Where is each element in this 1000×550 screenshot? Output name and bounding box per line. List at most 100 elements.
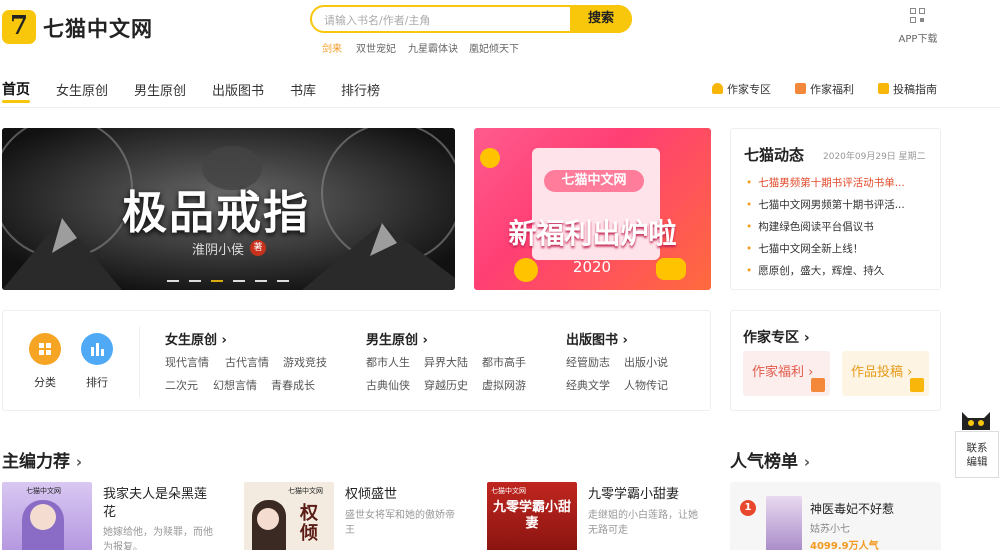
nav-publish[interactable]: 出版图书 <box>212 80 264 99</box>
cat-link[interactable]: 古代言情 <box>225 354 269 370</box>
cat-link[interactable]: 出版小说 <box>624 354 668 370</box>
search-button[interactable]: 搜索 <box>570 5 632 33</box>
news-item[interactable]: 七猫中文网男频第十期书评活... <box>746 197 931 212</box>
cat-link[interactable]: 古典仙侠 <box>366 377 410 393</box>
cat-mascot-icon <box>960 408 992 432</box>
editor-picks-title: 主编力荐 <box>2 452 70 472</box>
author-zone-heading[interactable]: 作家专区 › <box>743 327 810 347</box>
book-title[interactable]: 我家夫人是朵黑莲花 <box>103 486 215 522</box>
shortcut-category-label: 分类 <box>34 376 56 389</box>
book-title[interactable]: 权倾盛世 <box>345 486 457 504</box>
cat-link[interactable]: 都市高手 <box>482 354 526 370</box>
popular-heading[interactable]: 人气榜单 › <box>730 447 810 472</box>
grid-icon <box>29 333 61 365</box>
cat-publish-heading[interactable]: 出版图书 › <box>566 329 628 348</box>
author-zone-title: 作家专区 <box>743 330 799 346</box>
editor-picks-heading[interactable]: 主编力荐 › <box>2 447 82 472</box>
shortcut-ranking-label: 排行 <box>86 376 108 389</box>
author-welfare-button[interactable]: 作家福利 › <box>743 351 830 396</box>
cat-link[interactable]: 人物传记 <box>624 377 668 393</box>
news-item[interactable]: 构建绿色阅读平台倡议书 <box>746 219 931 234</box>
book-desc: 走继姐的小白莲路，让她无路可走 <box>588 510 698 536</box>
site-logo[interactable]: 7 <box>2 10 36 44</box>
book-cover[interactable]: 七猫中文网 <box>2 482 92 550</box>
submit-guide-label: 投稿指南 <box>893 83 937 96</box>
nav-ranking[interactable]: 排行榜 <box>341 80 380 99</box>
banner-author-badge: 著 <box>250 240 266 256</box>
logo-mark: 7 <box>9 11 29 41</box>
book-icon <box>878 83 889 94</box>
news-item[interactable]: 七猫男频第十期书评活动书单... <box>746 175 931 190</box>
cat-link[interactable]: 现代言情 <box>165 354 209 370</box>
cat-link[interactable]: 虚拟网游 <box>482 377 526 393</box>
qr-code-icon <box>910 8 926 24</box>
author-zone-link[interactable]: 作家专区 <box>712 81 771 97</box>
cover-brand: 七猫中文网 <box>491 487 526 495</box>
banner-title: 极品戒指 <box>122 186 311 239</box>
rank-cover <box>766 496 802 550</box>
cat-link[interactable]: 经典文学 <box>566 377 610 393</box>
cat-link[interactable]: 经管励志 <box>566 354 610 370</box>
cat-link[interactable]: 都市人生 <box>366 354 410 370</box>
book-desc: 她嫁给他，为赎罪，而他为报复。 <box>103 527 213 550</box>
cover-title: 九零学霸小甜妻 <box>493 500 572 531</box>
nav-home[interactable]: 首页 <box>2 79 30 99</box>
app-download-label: APP下载 <box>898 34 938 45</box>
cat-link[interactable]: 二次元 <box>165 377 198 393</box>
cover-face <box>30 504 56 530</box>
author-welfare-link[interactable]: 作家福利 <box>795 81 854 97</box>
bar-chart-icon <box>81 333 113 365</box>
contact-editor-label: 联系编辑 <box>966 442 988 468</box>
cat-male-heading[interactable]: 男生原创 › <box>366 329 428 348</box>
news-item[interactable]: 愿原创，盛大，辉煌、持久 <box>746 263 931 278</box>
submit-guide-link[interactable]: 投稿指南 <box>878 81 937 97</box>
cat-link[interactable]: 幻想言情 <box>213 377 257 393</box>
app-download[interactable]: APP下载 <box>896 8 940 45</box>
news-item[interactable]: 七猫中文网全新上线！ <box>746 241 931 256</box>
cat-link[interactable]: 异界大陆 <box>424 354 468 370</box>
cat-link[interactable]: 游戏竞技 <box>283 354 327 370</box>
rank-badge: 1 <box>740 500 756 516</box>
news-date: 2020年09月29日 星期二 <box>823 152 926 162</box>
hot-search-2[interactable]: 双世宠妃 <box>356 40 396 55</box>
author-welfare-text: 作家福利 <box>752 365 805 380</box>
author-welfare-label: 作家福利 <box>810 83 854 96</box>
cat-publish-title: 出版图书 <box>566 333 619 348</box>
nav-female[interactable]: 女生原创 <box>56 80 108 99</box>
popular-title: 人气榜单 <box>730 452 798 472</box>
hot-search-3[interactable]: 九星霸体诀 <box>408 40 458 55</box>
hot-search-1[interactable]: 剑来 <box>322 40 342 55</box>
submit-work-button[interactable]: 作品投稿 › <box>842 351 929 396</box>
rank-book-author: 姑苏小七 <box>810 524 850 535</box>
book-cover[interactable]: 七猫中文网 九零学霸小甜妻 <box>487 482 577 550</box>
shortcut-ranking[interactable]: 排行 <box>81 333 113 390</box>
banner-author: 淮阴小侯 <box>192 243 245 258</box>
main-banner[interactable]: 极品戒指 淮阴小侯 著 <box>2 128 455 290</box>
submit-work-text: 作品投稿 <box>851 365 904 380</box>
shortcut-category[interactable]: 分类 <box>29 333 61 390</box>
rank-item[interactable]: 1 神医毒妃不好惹 姑苏小七 4099.9万人气 <box>730 482 941 550</box>
contact-editor-button[interactable]: 联系编辑 <box>955 431 999 478</box>
user-icon <box>712 83 723 94</box>
search-input[interactable] <box>324 10 569 30</box>
nav-library[interactable]: 书库 <box>290 80 316 99</box>
gift-icon <box>795 83 806 94</box>
author-zone-label: 作家专区 <box>727 83 771 96</box>
cat-female-heading[interactable]: 女生原创 › <box>165 329 227 348</box>
promo-banner[interactable]: 七猫中文网 新福利出炉啦 2020 <box>474 128 711 290</box>
rank-book-heat: 4099.9万人气 <box>810 541 879 550</box>
cat-link[interactable]: 青春成长 <box>271 377 315 393</box>
site-name[interactable]: 七猫中文网 <box>43 13 153 43</box>
promo-headline: 新福利出炉啦 <box>508 217 677 250</box>
promo-year: 2020 <box>572 258 612 276</box>
promo-brand: 七猫中文网 <box>544 170 644 192</box>
book-cover[interactable]: 七猫中文网 权倾 <box>244 482 334 550</box>
hot-search-4[interactable]: 凰妃倾天下 <box>469 40 519 55</box>
nav-male[interactable]: 男生原创 <box>134 80 186 99</box>
nav-divider <box>0 107 1000 108</box>
book-title[interactable]: 九零学霸小甜妻 <box>588 486 700 504</box>
cat-link[interactable]: 穿越历史 <box>424 377 468 393</box>
news-title: 七猫动态 <box>744 146 805 164</box>
book-desc: 盛世女将军和她的傲娇帝王 <box>345 510 455 536</box>
author-zone-panel: 作家专区 › 作家福利 › 作品投稿 › <box>730 310 941 411</box>
